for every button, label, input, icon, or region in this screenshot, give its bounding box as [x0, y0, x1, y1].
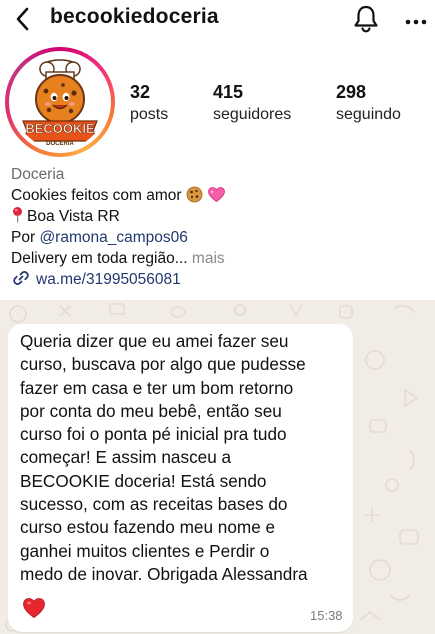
svg-text:BECOOKIE: BECOOKIE	[25, 121, 95, 136]
profile-avatar[interactable]: BECOOKIE DOCERIA	[5, 47, 115, 157]
bio-line-author: Por @ramona_campos06	[11, 229, 188, 246]
following-count[interactable]: 298 seguindo	[336, 82, 401, 126]
notifications-button[interactable]	[352, 4, 380, 34]
red-heart-emoji-icon	[23, 598, 45, 618]
location-pin-icon	[13, 207, 22, 223]
bio-line-cookies: Cookies feitos com amor	[11, 185, 431, 206]
profile-link[interactable]: wa.me/31995056081	[12, 269, 181, 291]
mention-link[interactable]: @ramona_campos06	[39, 229, 187, 246]
sparkling-heart-emoji-icon	[208, 187, 226, 202]
cookie-emoji-icon	[186, 186, 203, 203]
bio-line-delivery: Delivery em toda região... mais	[11, 250, 225, 267]
link-icon	[13, 271, 29, 285]
posts-count: 32 posts	[130, 82, 169, 123]
message-timestamp: 15:38	[310, 608, 343, 623]
chat-screenshot: Queria dizer que eu amei fazer seu curso…	[0, 300, 435, 634]
more-options-button[interactable]	[404, 14, 430, 25]
brand-logo: BECOOKIE DOCERIA	[13, 55, 107, 149]
top-bar: becookiedoceria	[0, 0, 435, 40]
profile-bio: Doceria Cookies feitos com amor Boa Vist…	[11, 164, 431, 269]
bell-icon	[354, 5, 378, 33]
message-bubble: Queria dizer que eu amei fazer seu curso…	[8, 324, 353, 632]
svg-text:DOCERIA: DOCERIA	[46, 141, 74, 147]
more-link[interactable]: mais	[188, 250, 225, 267]
bio-line-location: Boa Vista RR	[11, 206, 431, 227]
followers-count[interactable]: 415 seguidores	[213, 82, 291, 126]
message-text: Queria dizer que eu amei fazer seu curso…	[20, 331, 308, 584]
profile-link-text: wa.me/31995056081	[36, 271, 181, 288]
profile-category: Doceria	[11, 166, 65, 183]
profile-section: becookiedoceria BECOOKIE DOCERIA 32 post…	[0, 0, 435, 300]
back-button[interactable]	[12, 6, 36, 32]
more-horizontal-icon	[405, 19, 427, 25]
profile-username: becookiedoceria	[50, 5, 219, 28]
chevron-left-icon	[16, 7, 29, 31]
